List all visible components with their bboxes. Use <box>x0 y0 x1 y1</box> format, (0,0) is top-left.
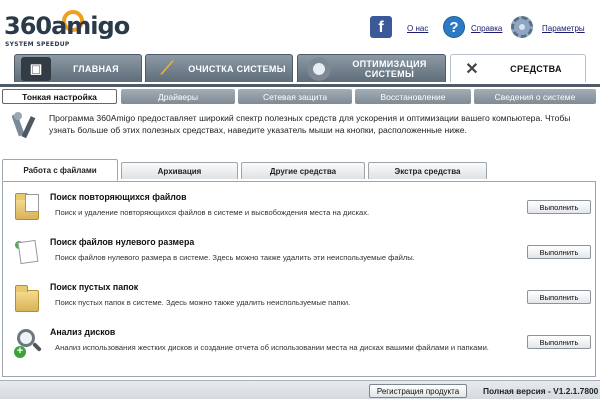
tool-title: Поиск пустых папок <box>50 282 139 292</box>
info-text: Программа 360Amigo предоставляет широкий… <box>49 113 571 135</box>
app-logo: 360amigo SYSTEM SPEEDUP <box>4 10 130 52</box>
help-link[interactable]: Справка <box>471 24 502 33</box>
tool-title: Поиск файлов нулевого размера <box>50 237 195 247</box>
tab-home[interactable]: ▣ ГЛАВНАЯ <box>14 54 142 82</box>
duplicate-files-icon <box>13 192 41 224</box>
info-section: Программа 360Amigo предоставляет широкий… <box>0 104 600 162</box>
tool-description: Поиск файлов нулевого размера в системе.… <box>55 253 415 262</box>
settings-link[interactable]: Параметры <box>542 24 585 33</box>
main-tab-bar: ▣ ГЛАВНАЯ ⟋ ОЧИСТКА СИСТЕМЫ ОПТИМИЗАЦИЯ … <box>0 54 600 84</box>
tool-row-duplicates: Поиск повторяющихся файлов Поиск и удале… <box>3 186 595 231</box>
gear-icon <box>304 56 334 81</box>
run-button[interactable]: Выполнить <box>527 290 591 304</box>
sub-tab-bar: Тонкая настройка Драйверы Сетевая защита… <box>0 84 600 104</box>
tool-title: Анализ дисков <box>50 327 116 337</box>
disk-analysis-icon: + <box>13 327 42 359</box>
subtab-restore[interactable]: Восстановление <box>355 89 471 104</box>
tab-cleanup[interactable]: ⟋ ОЧИСТКА СИСТЕМЫ <box>145 54 293 82</box>
help-icon[interactable]: ? <box>443 16 465 38</box>
tab-cleanup-label: ОЧИСТКА СИСТЕМЫ <box>188 63 286 74</box>
tools-icon: ✕ <box>465 60 479 78</box>
run-button[interactable]: Выполнить <box>527 335 591 349</box>
status-bar: Регистрация продукта Полная версия - V1.… <box>0 380 600 399</box>
run-button[interactable]: Выполнить <box>527 200 591 214</box>
tab-tools[interactable]: ✕ СРЕДСТВА <box>450 54 586 82</box>
gear-icon[interactable] <box>511 16 533 38</box>
version-label: Полная версия - V1.2.1.7800 <box>483 386 599 396</box>
home-monitor-icon: ▣ <box>21 56 51 81</box>
broom-icon: ⟋ <box>160 58 174 78</box>
empty-folder-icon <box>13 282 41 314</box>
tool-description: Поиск пустых папок в системе. Здесь можн… <box>55 298 351 307</box>
run-button[interactable]: Выполнить <box>527 245 591 259</box>
tab-extra-tools[interactable]: Экстра средства <box>368 162 487 179</box>
tab-file-tools[interactable]: Работа с файлами <box>2 159 118 181</box>
register-product-button[interactable]: Регистрация продукта <box>369 384 467 398</box>
logo-text: 360amigo <box>4 12 130 40</box>
about-link[interactable]: О нас <box>407 24 428 33</box>
tool-title: Поиск повторяющихся файлов <box>50 192 187 202</box>
logo-subtitle: SYSTEM SPEEDUP <box>5 41 70 48</box>
subtab-system-info[interactable]: Сведения о системе <box>474 89 596 104</box>
tab-home-label: ГЛАВНАЯ <box>73 63 119 74</box>
tool-row-empty-folders: Поиск пустых папок Поиск пустых папок в … <box>3 276 595 321</box>
tab-optimization-label: ОПТИМИЗАЦИЯ СИСТЕМЫ <box>352 58 427 79</box>
tools-panel: Поиск повторяющихся файлов Поиск и удале… <box>2 181 596 377</box>
section-tab-bar: Работа с файлами Архивация Другие средст… <box>0 158 600 182</box>
app-header: 360amigo SYSTEM SPEEDUP f О нас ? Справк… <box>0 0 600 56</box>
tool-row-disk-analysis: + Анализ дисков Анализ использования жес… <box>3 321 595 366</box>
tab-archiving[interactable]: Архивация <box>121 162 238 179</box>
tab-other-tools[interactable]: Другие средства <box>241 162 365 179</box>
tab-tools-label: СРЕДСТВА <box>510 63 562 74</box>
subtab-drivers[interactable]: Драйверы <box>121 89 235 104</box>
subtab-tweaks[interactable]: Тонкая настройка <box>2 89 117 104</box>
tools-icon <box>12 112 36 139</box>
subtab-network[interactable]: Сетевая защита <box>238 89 352 104</box>
tool-description: Поиск и удаление повторяющихся файлов в … <box>55 208 370 217</box>
facebook-icon[interactable]: f <box>370 16 392 38</box>
tool-row-zero-size: Поиск файлов нулевого размера Поиск файл… <box>3 231 595 276</box>
zero-size-files-icon <box>13 237 41 269</box>
tab-optimization[interactable]: ОПТИМИЗАЦИЯ СИСТЕМЫ <box>297 54 446 82</box>
tool-description: Анализ использования жестких дисков и со… <box>55 343 489 352</box>
